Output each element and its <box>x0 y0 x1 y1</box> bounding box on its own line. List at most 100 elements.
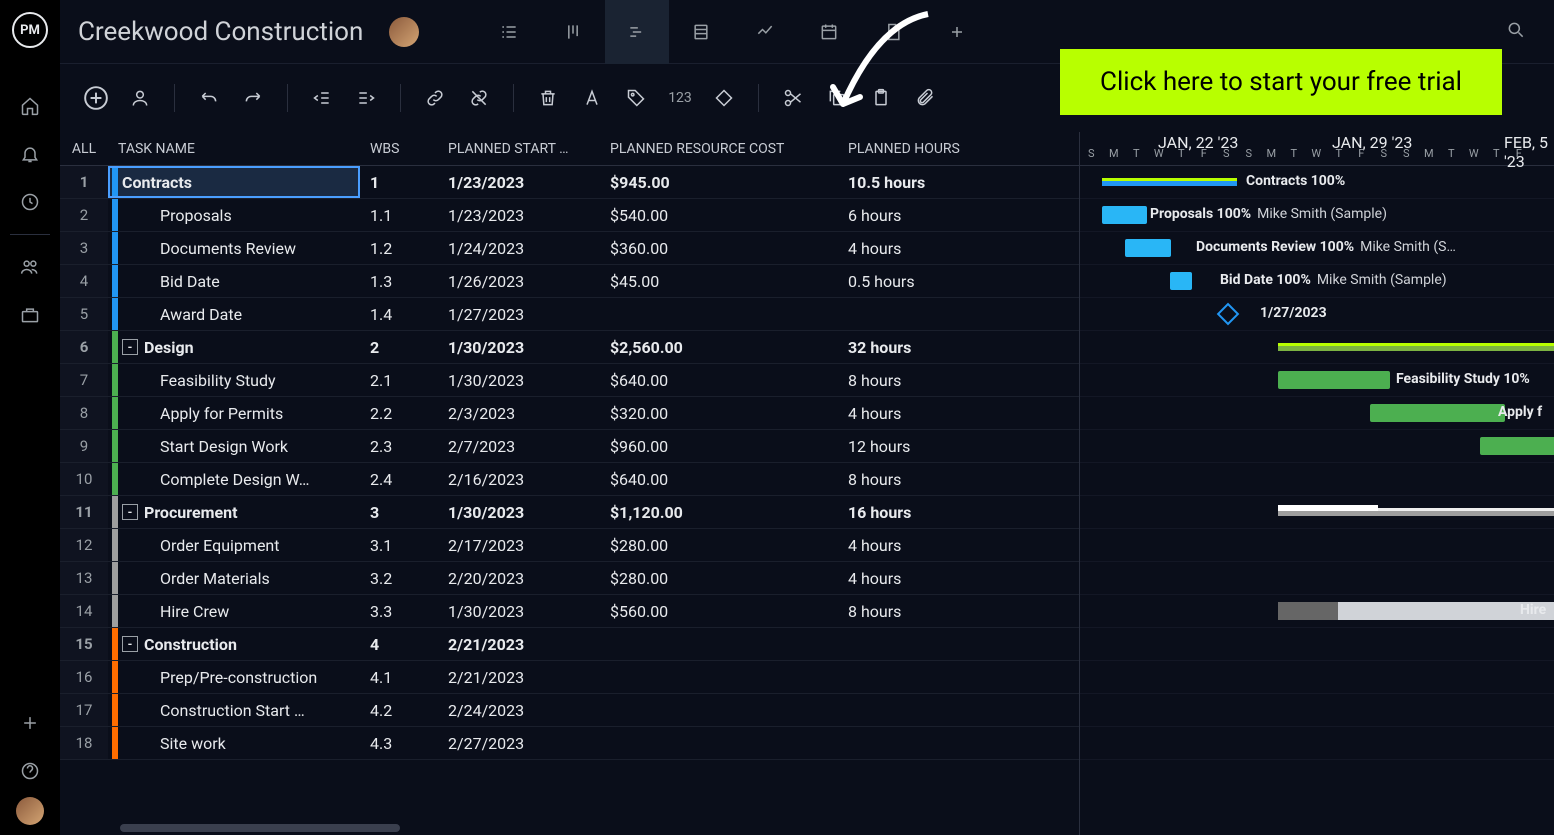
table-row[interactable]: 12Order Equipment3.12/17/2023$280.004 ho… <box>60 529 1079 562</box>
col-wbs[interactable]: WBS <box>360 141 438 157</box>
gantt-task-bar[interactable] <box>1170 272 1192 290</box>
col-cost[interactable]: PLANNED RESOURCE COST <box>600 141 836 157</box>
gantt-summary-bar[interactable] <box>1102 178 1237 186</box>
project-avatar[interactable] <box>389 17 419 47</box>
undo-icon[interactable] <box>191 80 227 116</box>
task-name-cell[interactable]: Feasibility Study <box>108 364 360 396</box>
link-icon[interactable] <box>417 80 453 116</box>
col-all[interactable]: ALL <box>60 141 108 157</box>
clock-icon[interactable] <box>8 180 52 224</box>
task-name-cell[interactable]: -Design <box>108 331 360 363</box>
task-name-cell[interactable]: Hire Crew <box>108 595 360 627</box>
help-icon[interactable] <box>8 749 52 793</box>
view-calendar-icon[interactable] <box>797 0 861 64</box>
table-row[interactable]: 8Apply for Permits2.22/3/2023$320.004 ho… <box>60 397 1079 430</box>
assign-icon[interactable] <box>122 80 158 116</box>
view-sheet-icon[interactable] <box>669 0 733 64</box>
cta-banner[interactable]: Click here to start your free trial <box>1060 49 1502 115</box>
redo-icon[interactable] <box>235 80 271 116</box>
gantt-row <box>1080 727 1554 760</box>
table-row[interactable]: 15-Construction42/21/2023 <box>60 628 1079 661</box>
briefcase-icon[interactable] <box>8 293 52 337</box>
view-board-icon[interactable] <box>541 0 605 64</box>
task-name-cell[interactable]: -Procurement <box>108 496 360 528</box>
task-name-cell[interactable]: Apply for Permits <box>108 397 360 429</box>
text-style-icon[interactable] <box>574 80 610 116</box>
gantt-task-bar[interactable] <box>1480 437 1554 455</box>
view-add-icon[interactable] <box>925 0 989 64</box>
col-start[interactable]: PLANNED START … <box>438 141 600 157</box>
table-row[interactable]: 5Award Date1.41/27/2023 <box>60 298 1079 331</box>
table-row[interactable]: 6-Design21/30/2023$2,560.0032 hours <box>60 331 1079 364</box>
home-icon[interactable] <box>8 84 52 128</box>
table-row[interactable]: 14Hire Crew3.31/30/2023$560.008 hours <box>60 595 1079 628</box>
copy-icon[interactable] <box>819 80 855 116</box>
paste-icon[interactable] <box>863 80 899 116</box>
collapse-toggle[interactable]: - <box>122 339 138 355</box>
table-row[interactable]: 16Prep/Pre-construction4.12/21/2023 <box>60 661 1079 694</box>
team-icon[interactable] <box>8 245 52 289</box>
view-dashboard-icon[interactable] <box>733 0 797 64</box>
task-name-cell[interactable]: -Construction <box>108 628 360 660</box>
gantt-task-bar[interactable] <box>1125 239 1171 257</box>
gantt-row <box>1080 562 1554 595</box>
milestone-icon[interactable] <box>1217 303 1240 326</box>
col-task-name[interactable]: TASK NAME <box>108 141 360 157</box>
task-name-cell[interactable]: Site work <box>108 727 360 759</box>
number-format[interactable]: 123 <box>662 80 698 116</box>
table-row[interactable]: 1Contracts11/23/2023$945.0010.5 hours <box>60 166 1079 199</box>
col-hours[interactable]: PLANNED HOURS <box>836 141 996 157</box>
task-name-cell[interactable]: Award Date <box>108 298 360 330</box>
gantt-task-bar[interactable] <box>1102 206 1147 224</box>
collapse-toggle[interactable]: - <box>122 636 138 652</box>
gantt-task-bar[interactable] <box>1370 404 1505 422</box>
delete-icon[interactable] <box>530 80 566 116</box>
view-file-icon[interactable] <box>861 0 925 64</box>
row-index: 9 <box>60 430 108 462</box>
table-row[interactable]: 17Construction Start …4.22/24/2023 <box>60 694 1079 727</box>
table-row[interactable]: 4Bid Date1.31/26/2023$45.000.5 hours <box>60 265 1079 298</box>
search-icon[interactable] <box>1506 20 1536 44</box>
table-row[interactable]: 2Proposals1.11/23/2023$540.006 hours <box>60 199 1079 232</box>
bell-icon[interactable] <box>8 132 52 176</box>
task-name-cell[interactable]: Complete Design W… <box>108 463 360 495</box>
add-icon[interactable] <box>8 701 52 745</box>
cut-icon[interactable] <box>775 80 811 116</box>
table-row[interactable]: 18Site work4.32/27/2023 <box>60 727 1079 760</box>
tag-icon[interactable] <box>618 80 654 116</box>
task-name-cell[interactable]: Prep/Pre-construction <box>108 661 360 693</box>
row-index: 10 <box>60 463 108 495</box>
table-row[interactable]: 3Documents Review1.21/24/2023$360.004 ho… <box>60 232 1079 265</box>
table-row[interactable]: 9Start Design Work2.32/7/2023$960.0012 h… <box>60 430 1079 463</box>
attach-icon[interactable] <box>907 80 943 116</box>
collapse-toggle[interactable]: - <box>122 504 138 520</box>
row-index: 16 <box>60 661 108 693</box>
app-logo[interactable]: PM <box>12 12 48 48</box>
task-name-cell[interactable]: Bid Date <box>108 265 360 297</box>
indent-icon[interactable] <box>348 80 384 116</box>
task-name-cell[interactable]: Documents Review <box>108 232 360 264</box>
table-row[interactable]: 11-Procurement31/30/2023$1,120.0016 hour… <box>60 496 1079 529</box>
gantt-task-bar[interactable] <box>1278 371 1390 389</box>
task-name-cell[interactable]: Start Design Work <box>108 430 360 462</box>
table-row[interactable]: 7Feasibility Study2.11/30/2023$640.008 h… <box>60 364 1079 397</box>
gantt-summary-bar[interactable] <box>1278 343 1554 351</box>
gantt-task-bar[interactable] <box>1278 602 1554 620</box>
horizontal-scrollbar[interactable] <box>60 821 1079 835</box>
task-name-cell[interactable]: Construction Start … <box>108 694 360 726</box>
row-index: 5 <box>60 298 108 330</box>
table-row[interactable]: 13Order Materials3.22/20/2023$280.004 ho… <box>60 562 1079 595</box>
add-task-icon[interactable] <box>78 80 114 116</box>
table-row[interactable]: 10Complete Design W…2.42/16/2023$640.008… <box>60 463 1079 496</box>
unlink-icon[interactable] <box>461 80 497 116</box>
view-gantt-icon[interactable] <box>605 0 669 64</box>
user-avatar[interactable] <box>16 797 44 825</box>
shape-icon[interactable] <box>706 80 742 116</box>
task-name-cell[interactable]: Order Materials <box>108 562 360 594</box>
gantt-bar-label: Proposals 100%Mike Smith (Sample) <box>1150 206 1387 222</box>
task-name-cell[interactable]: Proposals <box>108 199 360 231</box>
task-name-cell[interactable]: Order Equipment <box>108 529 360 561</box>
task-name-cell[interactable]: Contracts <box>108 166 360 198</box>
outdent-icon[interactable] <box>304 80 340 116</box>
view-list-icon[interactable] <box>477 0 541 64</box>
